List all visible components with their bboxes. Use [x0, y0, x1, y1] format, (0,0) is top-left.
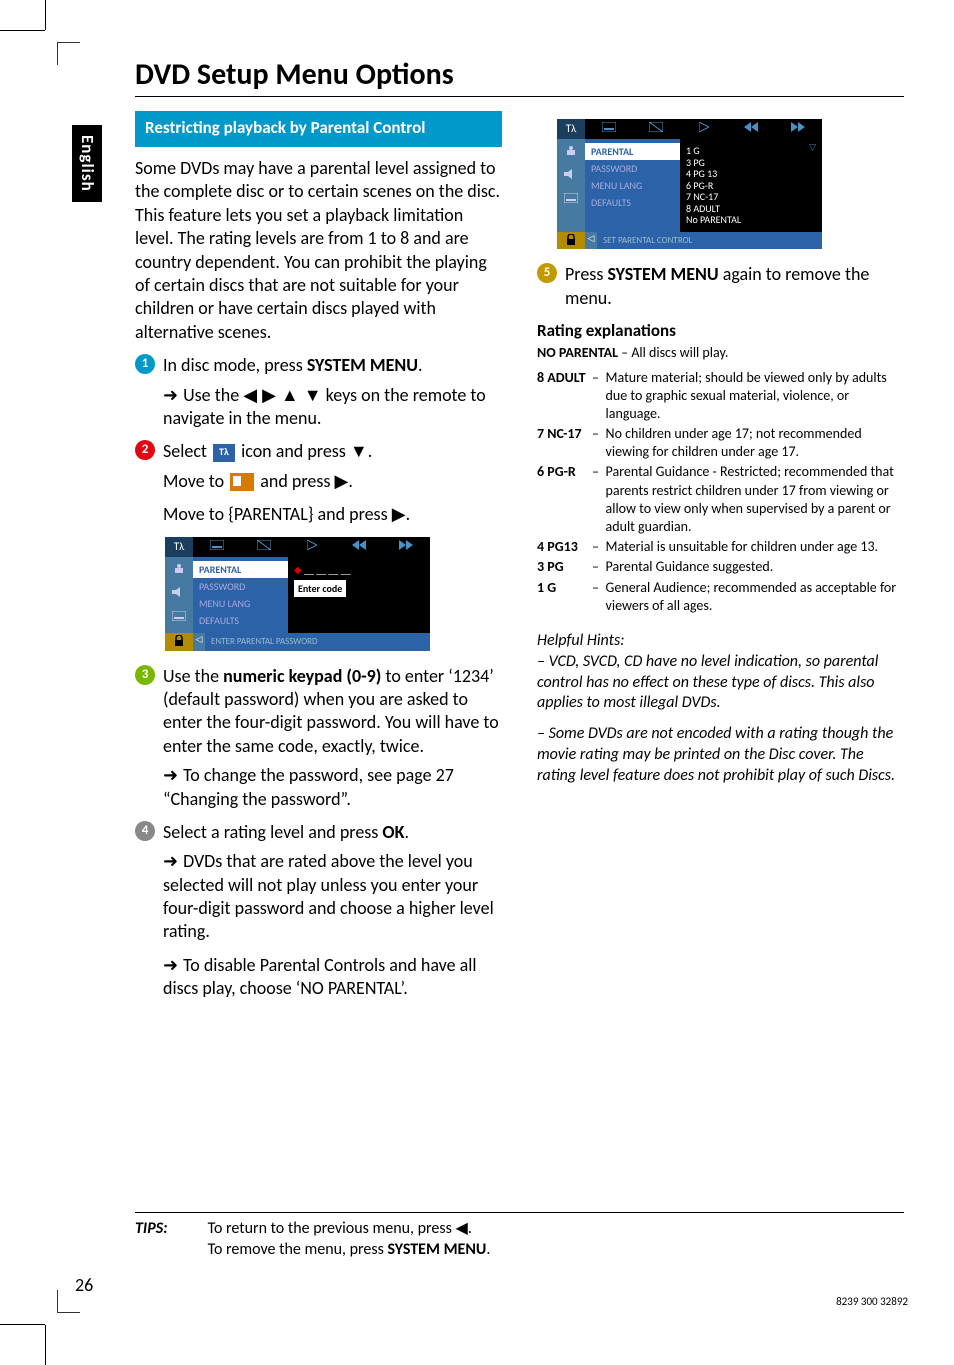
ui-tab-play-icon [680, 119, 727, 139]
ratings-heading: Rating explanations [537, 320, 904, 342]
section-heading: Restricting playback by Parental Control [135, 111, 502, 147]
step-4-note-a: ➜ DVDs that are rated above the level yo… [163, 850, 502, 944]
language-tab: English [72, 125, 102, 202]
ui-scroll-down-icon: ▽ [809, 143, 816, 153]
step-4-badge: 4 [135, 821, 155, 841]
step-3-badge: 3 [135, 665, 155, 685]
step-4-note-b: ➜ To disable Parental Controls and have … [163, 954, 502, 1001]
ui-value-dashes: __ __ __ __ [304, 563, 351, 576]
step-3-text: Use the numeric keypad (0-9) to enter ‘1… [163, 665, 502, 759]
ratings-table: 8 ADULT–Mature material; should be viewe… [537, 369, 904, 617]
ui-footer-label: ENTER PARENTAL PASSWORD [205, 633, 430, 651]
ui-cursor-icon: ◆ [294, 563, 302, 576]
ui-menu-defaults: DEFAULTS [585, 194, 680, 211]
footer-code: 8239 300 32892 [836, 1295, 908, 1309]
ui-triangle-icon: ◁ [193, 633, 205, 651]
ui-tab-aspect-icon [632, 119, 679, 139]
ui-lock-icon [165, 633, 193, 651]
ui-tab-rew-icon [727, 119, 774, 139]
crop-mark [0, 1324, 45, 1325]
ui-screenshot-1: Tλ PARENTAL PASSWORD [165, 537, 502, 651]
intro-text: Some DVDs may have a parental level assi… [135, 157, 502, 344]
step-2-note-b: Move to {PARENTAL} and press ▶. [163, 503, 502, 526]
ui-tab-fwd-icon [775, 119, 822, 139]
step-2-badge: 2 [135, 440, 155, 460]
step-5-badge: 5 [537, 263, 557, 283]
ui-footer-label: SET PARENTAL CONTROL [597, 232, 822, 250]
hints-1: – VCD, SVCD, CD have no level indication… [537, 652, 904, 714]
ui-menu-parental: PARENTAL [585, 143, 680, 160]
ui-menu-password: PASSWORD [585, 160, 680, 177]
ui-screenshot-2: Tλ PARENTAL PASSWORD [557, 119, 904, 249]
step-2-text: Select Tλ icon and press ▼. [163, 440, 502, 463]
step-1-note: ➜ Use the ◀ ▶ ▲ ▼ keys on the remote to … [163, 384, 502, 431]
ui-value-entercode: Enter code [294, 580, 346, 597]
ui-icon-subtitle [564, 193, 578, 203]
ui-menu-menulang: MENU LANG [193, 595, 288, 612]
ui-tab-rew-icon [335, 537, 382, 557]
step-1-text: In disc mode, press SYSTEM MENU. [163, 354, 502, 377]
ui-tab-fwd-icon [383, 537, 430, 557]
ui-val: No PARENTAL [686, 214, 816, 226]
ui-icon-person [172, 563, 186, 573]
ui-tab-aspect-icon [240, 537, 287, 557]
step-1-badge: 1 [135, 354, 155, 374]
step-2-note-a: Move to and press ▶. [163, 470, 502, 493]
ui-menu-menulang: MENU LANG [585, 177, 680, 194]
step-3-note: ➜ To change the password, see page 27 “C… [163, 764, 502, 811]
ui-tab-tlambda-icon: Tλ [165, 537, 193, 557]
hints-2: – Some DVDs are not encoded with a ratin… [537, 724, 904, 786]
tips-label: TIPS: [135, 1219, 168, 1261]
ui-triangle-icon: ◁ [585, 232, 597, 250]
page-number: 26 [75, 1274, 93, 1297]
crop-mark [0, 30, 45, 31]
crop-mark [45, 1325, 46, 1365]
ui-lock-icon [557, 232, 585, 250]
ui-menu-parental: PARENTAL [193, 561, 288, 578]
hints-heading: Helpful Hints: [537, 631, 904, 652]
ratings-none: NO PARENTAL – All discs will play. [537, 344, 904, 362]
step-4-text: Select a rating level and press OK. [163, 821, 502, 844]
ui-val: 1 G [686, 145, 816, 157]
step-5-text: Press SYSTEM MENU again to remove the me… [565, 263, 904, 310]
ui-tab-subtitle-icon [585, 119, 632, 139]
ui-menu-defaults: DEFAULTS [193, 612, 288, 629]
tips-body: To return to the previous menu, press ◀.… [208, 1219, 491, 1261]
ui-tab-subtitle-icon [193, 537, 240, 557]
ui-icon-person [564, 145, 578, 155]
ui-icon-subtitle [172, 611, 186, 621]
ui-tab-tlambda-icon: Tλ [557, 119, 585, 139]
ui-icon-speaker [564, 169, 578, 179]
tlambda-icon: Tλ [213, 444, 235, 462]
ui-icon-speaker [172, 587, 186, 597]
orange-tab-icon [230, 473, 254, 491]
crop-mark [45, 0, 46, 30]
page-title: DVD Setup Menu Options [135, 55, 904, 97]
ui-menu-password: PASSWORD [193, 578, 288, 595]
ui-tab-play-icon [288, 537, 335, 557]
